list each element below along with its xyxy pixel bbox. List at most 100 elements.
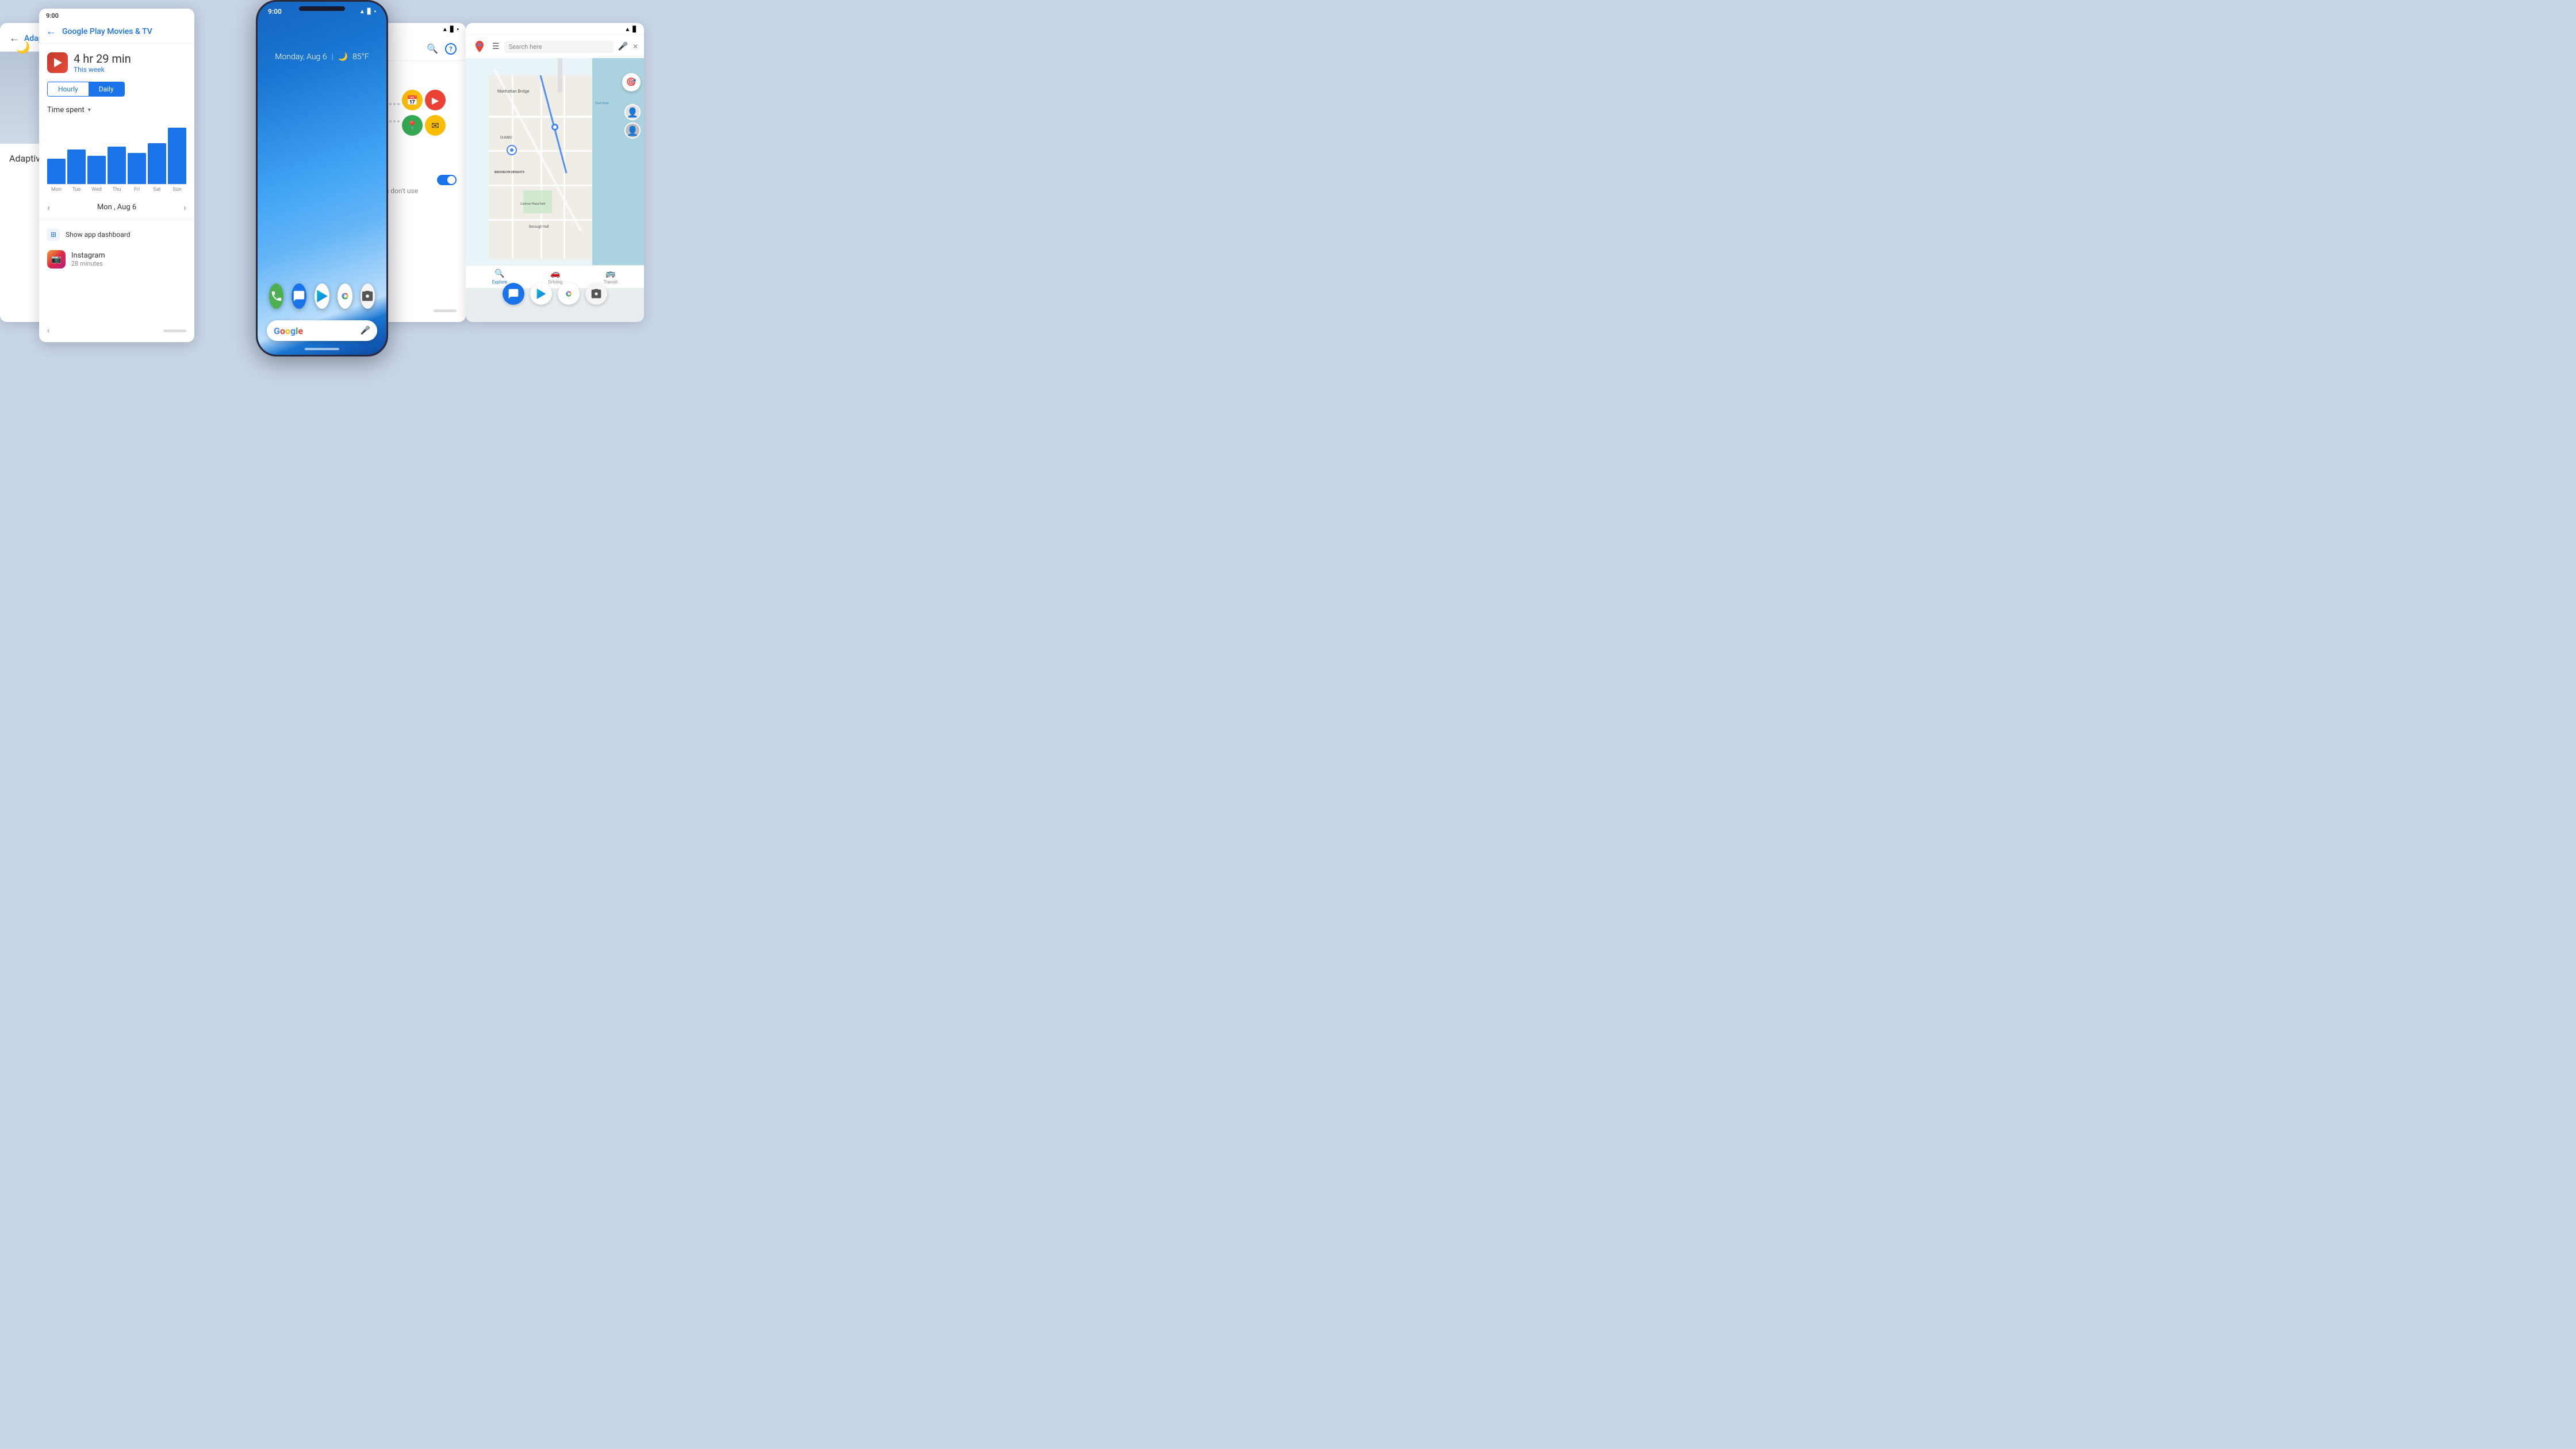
google-g-logo: Google	[274, 325, 303, 336]
gpm-next-button[interactable]: ›	[183, 202, 186, 213]
map-small-dock	[466, 283, 644, 305]
gpm-instagram-row[interactable]: 📷 Instagram 28 minutes	[39, 247, 194, 272]
dock-phone-icon[interactable]	[269, 283, 283, 309]
gpm-status-bar: 9:00	[39, 9, 194, 22]
gpm-app-icon	[47, 52, 68, 73]
phone-temperature: 85°F	[352, 52, 369, 62]
map-explore-tab[interactable]: 🔍 Explore	[492, 269, 507, 285]
map-dock-camera[interactable]	[585, 283, 607, 305]
driving-icon: 🚗	[550, 269, 560, 278]
map-driving-tab[interactable]: 🚗 Driving	[549, 269, 563, 285]
app-circle-location: 📍	[402, 115, 423, 136]
gpm-app-info: 4 hr 29 min This week	[39, 44, 194, 77]
map-area: Manhattan Bridge DUMBO BROOKLYN HEIGHTS …	[466, 58, 644, 265]
chart-label-mon: Mon	[47, 187, 66, 193]
map-close-icon[interactable]: ✕	[632, 43, 638, 51]
phone-wifi-icon: ▲	[359, 9, 365, 15]
map-hamburger-icon[interactable]: ☰	[492, 42, 500, 51]
svg-text:BROOKLYN HEIGHTS: BROOKLYN HEIGHTS	[494, 171, 525, 174]
app-circle-calendar: 📅	[402, 90, 423, 110]
adaptive-battery-toggle[interactable]	[437, 175, 457, 185]
phone-separator: |	[331, 52, 333, 62]
chart-label-sun: Sun	[168, 187, 186, 193]
map-topbar: ☰ Search here 🎤 ✕	[466, 35, 644, 58]
map-avatar-2: 👤	[624, 122, 641, 139]
phone-dock	[258, 283, 386, 309]
gpm-home-indicator	[163, 329, 186, 332]
gpm-nav-date: Mon , Aug 6	[97, 203, 136, 212]
map-mic-icon[interactable]: 🎤	[618, 42, 628, 51]
map-signal-icon: ▊	[632, 26, 637, 33]
svg-text:Manhattan Bridge: Manhattan Bridge	[497, 89, 530, 94]
app-circle-red2: ▶	[425, 90, 446, 110]
explore-icon: 🔍	[494, 269, 504, 278]
gpm-toggle[interactable]: Hourly Daily	[47, 82, 125, 97]
dock-camera-icon[interactable]	[361, 283, 375, 309]
phone-time: 9:00	[268, 7, 282, 16]
ab-search-icon[interactable]: 🔍	[427, 43, 438, 55]
map-transit-tab[interactable]: 🚌 Transit	[604, 269, 618, 285]
time-spent-dropdown[interactable]: ▾	[88, 107, 91, 113]
svg-text:Borough Hall: Borough Hall	[529, 225, 549, 229]
map-search-input[interactable]: Search here	[504, 41, 614, 53]
instagram-time: 28 minutes	[71, 260, 186, 267]
daily-button[interactable]: Daily	[89, 82, 124, 96]
ab-help-icon[interactable]: ?	[445, 43, 457, 55]
chart-bar-thu	[108, 147, 126, 184]
chart-label-wed: Wed	[87, 187, 106, 193]
svg-text:East River: East River	[595, 102, 609, 105]
gpm-back-button[interactable]: ←	[46, 25, 56, 37]
svg-text:DUMBO: DUMBO	[500, 136, 512, 140]
hourly-button[interactable]: Hourly	[48, 82, 89, 96]
chart-label-thu: Thu	[108, 187, 126, 193]
bat-signal-icon: ▊	[450, 26, 455, 33]
phone-date-weather: Monday, Aug 6 | 🌙 85°F	[258, 52, 386, 62]
phone-signal-icon: ▊	[367, 9, 372, 15]
dashboard-icon: ⊞	[47, 228, 60, 241]
chart-bar-sun	[168, 128, 186, 184]
mic-icon[interactable]: 🎤	[361, 326, 370, 335]
gpm-header: ← Google Play Movies & TV	[39, 22, 194, 44]
phone-moon-icon: 🌙	[338, 52, 348, 62]
google-maps-logo	[471, 39, 488, 55]
map-locate-icon[interactable]: 🎯	[622, 73, 641, 91]
chart-bar-mon	[47, 159, 66, 184]
phone-screen: 9:00 ▲ ▊ ▪ Monday, Aug 6 | 🌙 85°F	[258, 2, 386, 355]
gpm-title: Google Play Movies & TV	[62, 27, 152, 36]
map-dock-play[interactable]	[530, 283, 552, 305]
phone-date: Monday, Aug 6	[275, 52, 327, 62]
instagram-name: Instagram	[71, 251, 186, 260]
gpm-bottom-left-chevron[interactable]: ‹	[47, 326, 49, 335]
app-circle-mail2: ✉	[425, 115, 446, 136]
gpm-prev-button[interactable]: ‹	[47, 202, 50, 213]
chart-bar-fri	[128, 153, 146, 185]
instagram-icon: 📷	[47, 250, 66, 269]
gpm-dashboard-row[interactable]: ⊞ Show app dashboard	[39, 223, 194, 247]
phone-battery-icon: ▪	[374, 9, 376, 15]
chart-bar-tue	[67, 150, 86, 184]
gpm-chart: Mon Tue Wed Thu Fri Sat Sun	[39, 117, 194, 197]
gpm-time-big: 4 hr 29 min	[74, 52, 186, 66]
map-dock-messages[interactable]	[503, 283, 524, 305]
dock-chrome-icon[interactable]	[338, 283, 352, 309]
transit-icon: 🚌	[605, 269, 615, 278]
gpm-time-spent: Time spent ▾	[39, 101, 194, 117]
gpm-nav: ‹ Mon , Aug 6 ›	[39, 197, 194, 217]
ab-bat-home-indicator	[434, 309, 457, 312]
phone-home-indicator	[305, 348, 339, 350]
chart-label-sat: Sat	[148, 187, 166, 193]
gpm-dashboard-label: Show app dashboard	[66, 231, 130, 239]
map-dock-chrome[interactable]	[558, 283, 580, 305]
phone-search-bar[interactable]: Google 🎤	[267, 320, 377, 341]
chart-label-tue: Tue	[67, 187, 86, 193]
phone-notch	[299, 6, 345, 11]
gpm-panel: 9:00 ← Google Play Movies & TV 4 hr 29 m…	[39, 9, 194, 342]
center-phone: 9:00 ▲ ▊ ▪ Monday, Aug 6 | 🌙 85°F	[256, 0, 388, 356]
dock-play-icon[interactable]	[315, 283, 329, 309]
chart-label-fri: Fri	[128, 187, 146, 193]
bat-battery-icon: ▪	[457, 26, 459, 33]
map-avatar-1: 👤	[624, 104, 641, 120]
gpm-time: 9:00	[46, 12, 59, 20]
svg-text:Cadman Plaza Park: Cadman Plaza Park	[520, 202, 546, 206]
dock-messages-icon[interactable]	[292, 283, 306, 309]
